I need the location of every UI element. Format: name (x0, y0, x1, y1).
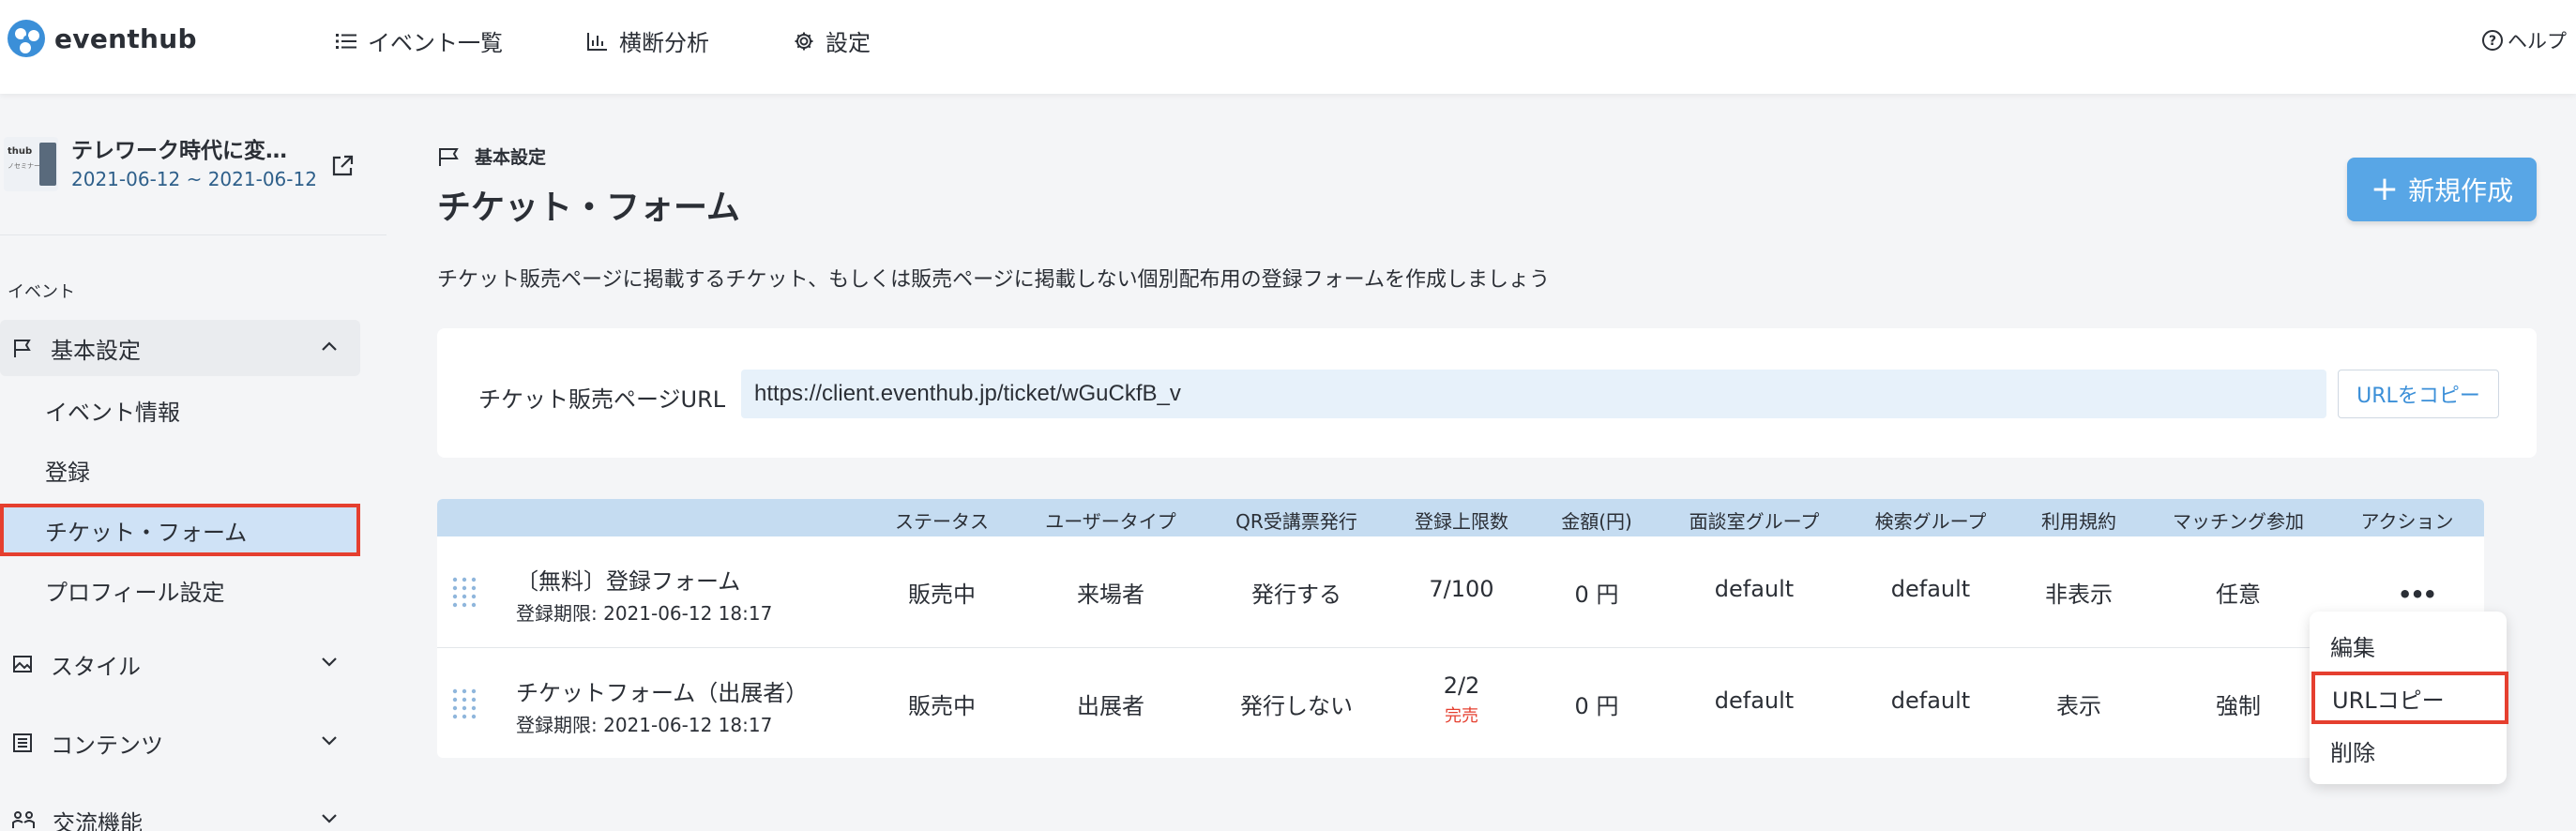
breadcrumb[interactable]: 基本設定 (437, 144, 546, 169)
cell-terms: 表示 (2056, 693, 2101, 719)
event-title: テレワーク時代に変… (71, 139, 287, 163)
logo-text: eventhub (54, 23, 197, 54)
sidebar-event-summary[interactable]: thub ノセミナー テレワーク時代に変… 2021-06-12 ~ 2021-… (4, 137, 317, 193)
form-name[interactable]: 〔無料〕登録フォーム (516, 563, 740, 596)
cell-price: 0 円 (1574, 693, 1619, 719)
cell-limit: 2/2 完売 (1444, 672, 1480, 727)
list-icon (336, 33, 356, 49)
sidebar-item-registration[interactable]: 登録 (0, 444, 360, 496)
cell-matching: 強制 (2216, 693, 2261, 719)
cell-user-type: 来場者 (1077, 582, 1144, 608)
chevron-up-icon (322, 341, 337, 351)
sidebar-group-basic-settings[interactable]: 基本設定 (0, 320, 360, 376)
column-header: ユーザータイプ (1045, 510, 1176, 533)
column-header: 登録上限数 (1415, 510, 1508, 533)
chevron-down-icon (322, 736, 337, 746)
nav-cross-analysis[interactable]: 横断分析 (587, 24, 709, 57)
sidebar-divider (0, 234, 386, 235)
column-header: 検索グループ (1874, 510, 1987, 533)
cell-matching: 任意 (2216, 582, 2261, 608)
column-header: 利用規約 (2041, 510, 2116, 533)
cell-qr: 発行する (1251, 582, 1341, 608)
form-deadline: 登録期限: 2021-06-12 18:17 (516, 714, 773, 736)
cell-status: 販売中 (908, 693, 976, 719)
event-thumbnail: thub ノセミナー (4, 137, 58, 191)
sidebar-group-label: 基本設定 (51, 337, 141, 364)
drag-handle-icon[interactable] (450, 576, 478, 610)
cell-search-group: default (1890, 576, 1971, 602)
event-dates: 2021-06-12 ~ 2021-06-12 (71, 168, 317, 190)
ticket-url-field[interactable] (741, 370, 2326, 418)
eventhub-logo[interactable]: eventhub (8, 20, 197, 57)
chevron-down-icon (322, 814, 337, 823)
cell-limit: 7/100 (1429, 576, 1494, 602)
page-description: チケット販売ページに掲載するチケット、もしくは販売ページに掲載しない個別配布用の… (437, 268, 1551, 292)
column-header: QR受講票発行 (1235, 510, 1357, 533)
cell-status: 販売中 (908, 582, 976, 608)
column-header: 金額(円) (1561, 510, 1632, 533)
table-header: ステータス ユーザータイプ QR受講票発行 登録上限数 金額(円) 面談室グルー… (437, 499, 2484, 536)
ticket-form-table: ステータス ユーザータイプ QR受講票発行 登録上限数 金額(円) 面談室グルー… (437, 499, 2484, 758)
form-name[interactable]: チケットフォーム（出展者） (516, 674, 808, 707)
bar-chart-icon (587, 32, 607, 51)
chevron-down-icon (322, 657, 337, 667)
more-actions-icon[interactable]: ••• (2398, 582, 2437, 608)
sidebar-section-label: イベント (8, 282, 75, 302)
top-navigation-bar: eventhub イベント一覧 横断分析 設定 ? ヘルプ (0, 0, 2576, 94)
form-deadline: 登録期限: 2021-06-12 18:17 (516, 602, 773, 625)
gear-icon (795, 32, 813, 50)
copy-url-button[interactable]: URLをコピー (2338, 370, 2499, 418)
cell-qr: 発行しない (1240, 693, 1353, 719)
sidebar-item-profile-settings[interactable]: プロフィール設定 (0, 564, 360, 616)
ticket-url-card: チケット販売ページURL URLをコピー (437, 328, 2537, 458)
help-label: ヘルプ (2508, 30, 2567, 53)
menu-item-copy-url[interactable]: URLコピー (2311, 672, 2508, 724)
menu-item-delete[interactable]: 削除 (2310, 724, 2507, 777)
nav-settings-label: 設定 (826, 30, 871, 56)
cell-price: 0 円 (1574, 582, 1619, 608)
column-header: マッチング参加 (2173, 510, 2304, 533)
svg-text:?: ? (2489, 34, 2496, 49)
help-link[interactable]: ? ヘルプ (2481, 26, 2567, 54)
cell-room-group: default (1714, 576, 1795, 602)
action-dropdown-menu: 編集 URLコピー 削除 (2310, 612, 2508, 784)
help-icon: ? (2482, 30, 2503, 51)
table-row[interactable]: 〔無料〕登録フォーム 登録期限: 2021-06-12 18:17 販売中 来場… (437, 536, 2484, 647)
cell-room-group: default (1714, 687, 1795, 714)
flag-icon (439, 147, 459, 166)
column-header: ステータス (895, 510, 989, 533)
sidebar-item-event-info[interactable]: イベント情報 (0, 384, 360, 436)
nav-cross-analysis-label: 横断分析 (619, 30, 709, 56)
column-header: アクション (2360, 510, 2454, 533)
people-icon (12, 811, 35, 828)
nav-event-list[interactable]: イベント一覧 (336, 24, 503, 57)
cell-user-type: 出展者 (1077, 693, 1144, 719)
table-row[interactable]: チケットフォーム（出展者） 登録期限: 2021-06-12 18:17 販売中… (437, 647, 2484, 758)
sidebar-group-style[interactable]: スタイル (0, 636, 360, 692)
plus-icon: + (2370, 170, 2400, 208)
logo-icon (8, 20, 45, 57)
ticket-url-label: チケット販売ページURL (478, 386, 726, 413)
sidebar-group-contents[interactable]: コンテンツ (0, 715, 360, 771)
drag-handle-icon[interactable] (450, 687, 478, 721)
sidebar-item-ticket-form[interactable]: チケット・フォーム (0, 504, 360, 556)
create-new-button[interactable]: + 新規作成 (2347, 158, 2537, 221)
cell-search-group: default (1890, 687, 1971, 714)
column-header: 面談室グループ (1689, 510, 1820, 533)
flag-icon (14, 340, 31, 357)
external-link-icon[interactable] (330, 154, 355, 178)
menu-item-edit[interactable]: 編集 (2310, 619, 2507, 672)
nav-settings[interactable]: 設定 (794, 24, 871, 57)
sold-out-badge: 完売 (1445, 706, 1478, 726)
page-title: チケット・フォーム (437, 189, 740, 227)
nav-event-list-label: イベント一覧 (368, 30, 503, 56)
sidebar-group-networking[interactable]: 交流機能 (0, 793, 360, 831)
image-icon (13, 656, 32, 672)
cell-terms: 非表示 (2045, 582, 2113, 608)
breadcrumb-label: 基本設定 (475, 147, 547, 168)
cell-limit-value: 2/2 (1443, 672, 1480, 699)
list-box-icon (13, 733, 32, 752)
